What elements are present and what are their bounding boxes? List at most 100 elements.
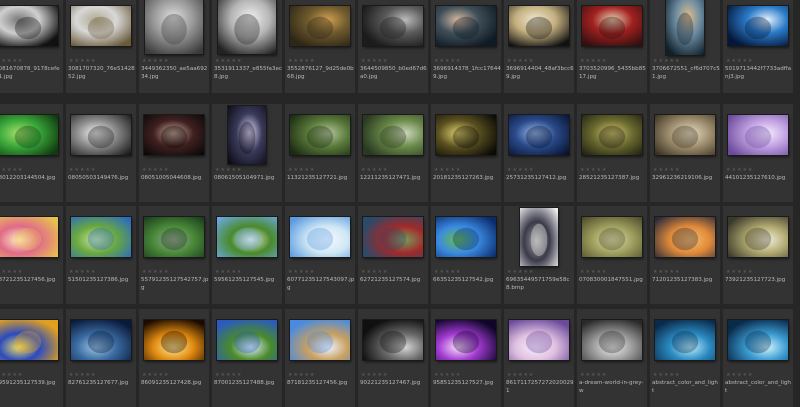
thumbnail-item[interactable]: ★★★★★ 82761235127677.jpg xyxy=(66,309,136,407)
rating-stars[interactable]: ★★★★★ xyxy=(653,269,680,275)
rating-stars[interactable]: ★★★★★ xyxy=(288,372,315,378)
thumbnail-item[interactable]: ★★★★★ 90221235127467.jpg xyxy=(358,309,428,407)
thumbnail-item[interactable]: ★★★★★ a-dream-world-in-grey-w xyxy=(577,309,647,407)
rating-stars[interactable]: ★★★★★ xyxy=(69,167,96,173)
thumbnail-item[interactable]: ★★★★★ 08061505104971.jpg xyxy=(212,104,282,202)
rating-stars[interactable]: ★★★★★ xyxy=(0,167,23,173)
rating-stars[interactable]: ★★★★★ xyxy=(215,269,242,275)
thumbnail-item[interactable]: ★★★★★ 66351235127542.jpg xyxy=(431,206,501,304)
thumbnail-item[interactable]: ★★★★★ 32961236219106.jpg xyxy=(650,104,720,202)
thumbnail-image xyxy=(71,115,131,155)
rating-stars[interactable]: ★★★★★ xyxy=(361,372,388,378)
rating-stars[interactable]: ★★★★★ xyxy=(653,58,680,64)
rating-stars[interactable]: ★★★★★ xyxy=(69,269,96,275)
rating-stars[interactable]: ★★★★★ xyxy=(215,372,242,378)
rating-stars[interactable]: ★★★★★ xyxy=(726,372,753,378)
thumbnail-item[interactable]: ★★★★★ 08050503149476.jpg xyxy=(66,104,136,202)
rating-stars[interactable]: ★★★★★ xyxy=(361,58,388,64)
thumbnail-item[interactable]: ★★★★★ 55791235127542757.jpg xyxy=(139,206,209,304)
thumbnail-item[interactable]: ★★★★★ 3552876127_9d25de0b68.jpg xyxy=(285,0,355,93)
thumbnail-item[interactable]: ★★★★★ 3696914378_1fcc176449.jpg xyxy=(431,0,501,93)
thumbnail-frame xyxy=(504,309,574,371)
thumbnail-item[interactable]: ★★★★★ 3696914404_48af3bcc69.jpg xyxy=(504,0,574,93)
rating-stars[interactable]: ★★★★★ xyxy=(69,372,96,378)
rating-stars[interactable]: ★★★★★ xyxy=(580,269,607,275)
rating-stars[interactable]: ★★★★★ xyxy=(69,58,96,64)
rating-stars[interactable]: ★★★★★ xyxy=(215,167,242,173)
rating-stars[interactable]: ★★★★★ xyxy=(361,167,388,173)
rating-stars[interactable]: ★★★★★ xyxy=(0,269,23,275)
thumbnail-item[interactable]: ★★★★★ abstract_color_and_light xyxy=(723,309,793,407)
thumbnail-item[interactable]: ★★★★★ 87181235127456.jpg xyxy=(285,309,355,407)
rating-stars[interactable]: ★★★★★ xyxy=(0,58,23,64)
thumbnail-item[interactable]: ★★★★★ abstract_color_and_light xyxy=(650,309,720,407)
rating-stars[interactable]: ★★★★★ xyxy=(580,58,607,64)
thumbnail-item[interactable]: ★★★★★ 69635449571759e58c8.bmp xyxy=(504,206,574,304)
rating-stars[interactable]: ★★★★★ xyxy=(507,372,534,378)
thumbnail-item[interactable]: ★★★★★ 3706672551_cf6d707c51.jpg xyxy=(650,0,720,93)
rating-stars[interactable]: ★★★★★ xyxy=(726,58,753,64)
thumbnail-item[interactable]: ★★★★★ 59561235127545.jpg xyxy=(212,206,282,304)
rating-stars[interactable]: ★★★★★ xyxy=(361,269,388,275)
thumbnail-filename: 3081707320_76e5142852.jpg xyxy=(68,66,135,80)
rating-stars[interactable]: ★★★★★ xyxy=(288,269,315,275)
rating-stars[interactable]: ★★★★★ xyxy=(142,167,169,173)
thumbnail-item[interactable]: ★★★★★ 44101235127610.jpg xyxy=(723,104,793,202)
thumbnail-item[interactable]: ★★★★★ 48721235127456.jpg xyxy=(0,206,63,304)
thumbnail-item[interactable]: ★★★★★ 11321235127721.jpg xyxy=(285,104,355,202)
thumbnail-item[interactable]: ★★★★★ 12211235127471.jpg xyxy=(358,104,428,202)
rating-stars[interactable]: ★★★★★ xyxy=(653,167,680,173)
thumbnail-item[interactable]: ★★★★★ 60771235127543097.jpg xyxy=(285,206,355,304)
thumbnail-item[interactable]: ★★★★★ 20181235127263.jpg xyxy=(431,104,501,202)
rating-stars[interactable]: ★★★★★ xyxy=(507,167,534,173)
thumbnail-item[interactable]: ★★★★★ 95851235127527.jpg xyxy=(431,309,501,407)
rating-stars[interactable]: ★★★★★ xyxy=(288,167,315,173)
rating-stars[interactable]: ★★★★★ xyxy=(142,269,169,275)
thumbnail-item[interactable]: ★★★★★ 070830001847551.jpg xyxy=(577,206,647,304)
thumbnail-item[interactable]: ★★★★★ 86171172572720200291 xyxy=(504,309,574,407)
thumbnail-frame xyxy=(650,206,720,268)
thumbnail-item[interactable]: ★★★★★ 73921235127723.jpg xyxy=(723,206,793,304)
thumbnail-frame xyxy=(358,309,428,371)
thumbnail-item[interactable]: ★★★★★ 71201235127383.jpg xyxy=(650,206,720,304)
thumbnail-item[interactable]: ★★★★★ 3081707320_76e5142852.jpg xyxy=(66,0,136,93)
rating-stars[interactable]: ★★★★★ xyxy=(142,372,169,378)
thumbnail-item[interactable]: ★★★★★ 51501235127386.jpg xyxy=(66,206,136,304)
rating-stars[interactable]: ★★★★★ xyxy=(434,269,461,275)
thumbnail-item[interactable]: ★★★★★ 3703520996_5435bb8517.jpg xyxy=(577,0,647,93)
rating-stars[interactable]: ★★★★★ xyxy=(653,372,680,378)
thumbnail-item[interactable]: ★★★★★ 5019713442f7733adffanj3.jpg xyxy=(723,0,793,93)
thumbnail-item[interactable]: ★★★★★ 86091235127428.jpg xyxy=(139,309,209,407)
thumbnail-item[interactable]: ★★★★★ 3449362350_ae5aa69234.jpg xyxy=(139,0,209,93)
rating-stars[interactable]: ★★★★★ xyxy=(0,372,23,378)
rating-stars[interactable]: ★★★★★ xyxy=(434,58,461,64)
thumbnail-image xyxy=(218,0,276,54)
thumbnail-filename: 08012203144504.jpg xyxy=(0,175,56,181)
rating-stars[interactable]: ★★★★★ xyxy=(726,167,753,173)
rating-stars[interactable]: ★★★★★ xyxy=(507,269,534,275)
thumbnail-item[interactable]: ★★★★★ 3644509850_b0ed67d6a0.jpg xyxy=(358,0,428,93)
rating-stars[interactable]: ★★★★★ xyxy=(507,58,534,64)
thumbnail-item[interactable]: ★★★★★ 28521235127387.jpg xyxy=(577,104,647,202)
rating-stars[interactable]: ★★★★★ xyxy=(142,58,169,64)
thumbnail-item[interactable]: ★★★★★ 87001235127488.jpg xyxy=(212,309,282,407)
rating-stars[interactable]: ★★★★★ xyxy=(434,167,461,173)
thumbnail-item[interactable]: ★★★★★ 08051005044608.jpg xyxy=(139,104,209,202)
thumbnail-filename: 62721235127574.jpg xyxy=(360,277,421,283)
rating-stars[interactable]: ★★★★★ xyxy=(288,58,315,64)
thumbnail-item[interactable]: ★★★★★ 79591235127539.jpg xyxy=(0,309,63,407)
thumbnail-item[interactable]: ★★★★★ 25731235127412.jpg xyxy=(504,104,574,202)
rating-stars[interactable]: ★★★★★ xyxy=(726,269,753,275)
rating-stars[interactable]: ★★★★★ xyxy=(580,167,607,173)
thumbnail-image xyxy=(290,6,350,46)
thumbnail-image xyxy=(728,6,788,46)
thumbnail-frame xyxy=(723,0,793,57)
rating-stars[interactable]: ★★★★★ xyxy=(215,58,242,64)
thumbnail-filename: 59561235127545.jpg xyxy=(214,277,275,283)
rating-stars[interactable]: ★★★★★ xyxy=(580,372,607,378)
thumbnail-item[interactable]: ★★★★★ 3081670878_9178cefe31.jpg xyxy=(0,0,63,93)
rating-stars[interactable]: ★★★★★ xyxy=(434,372,461,378)
thumbnail-item[interactable]: ★★★★★ 3531911337_e855fa3ec8.jpg xyxy=(212,0,282,93)
thumbnail-item[interactable]: ★★★★★ 08012203144504.jpg xyxy=(0,104,63,202)
thumbnail-item[interactable]: ★★★★★ 62721235127574.jpg xyxy=(358,206,428,304)
